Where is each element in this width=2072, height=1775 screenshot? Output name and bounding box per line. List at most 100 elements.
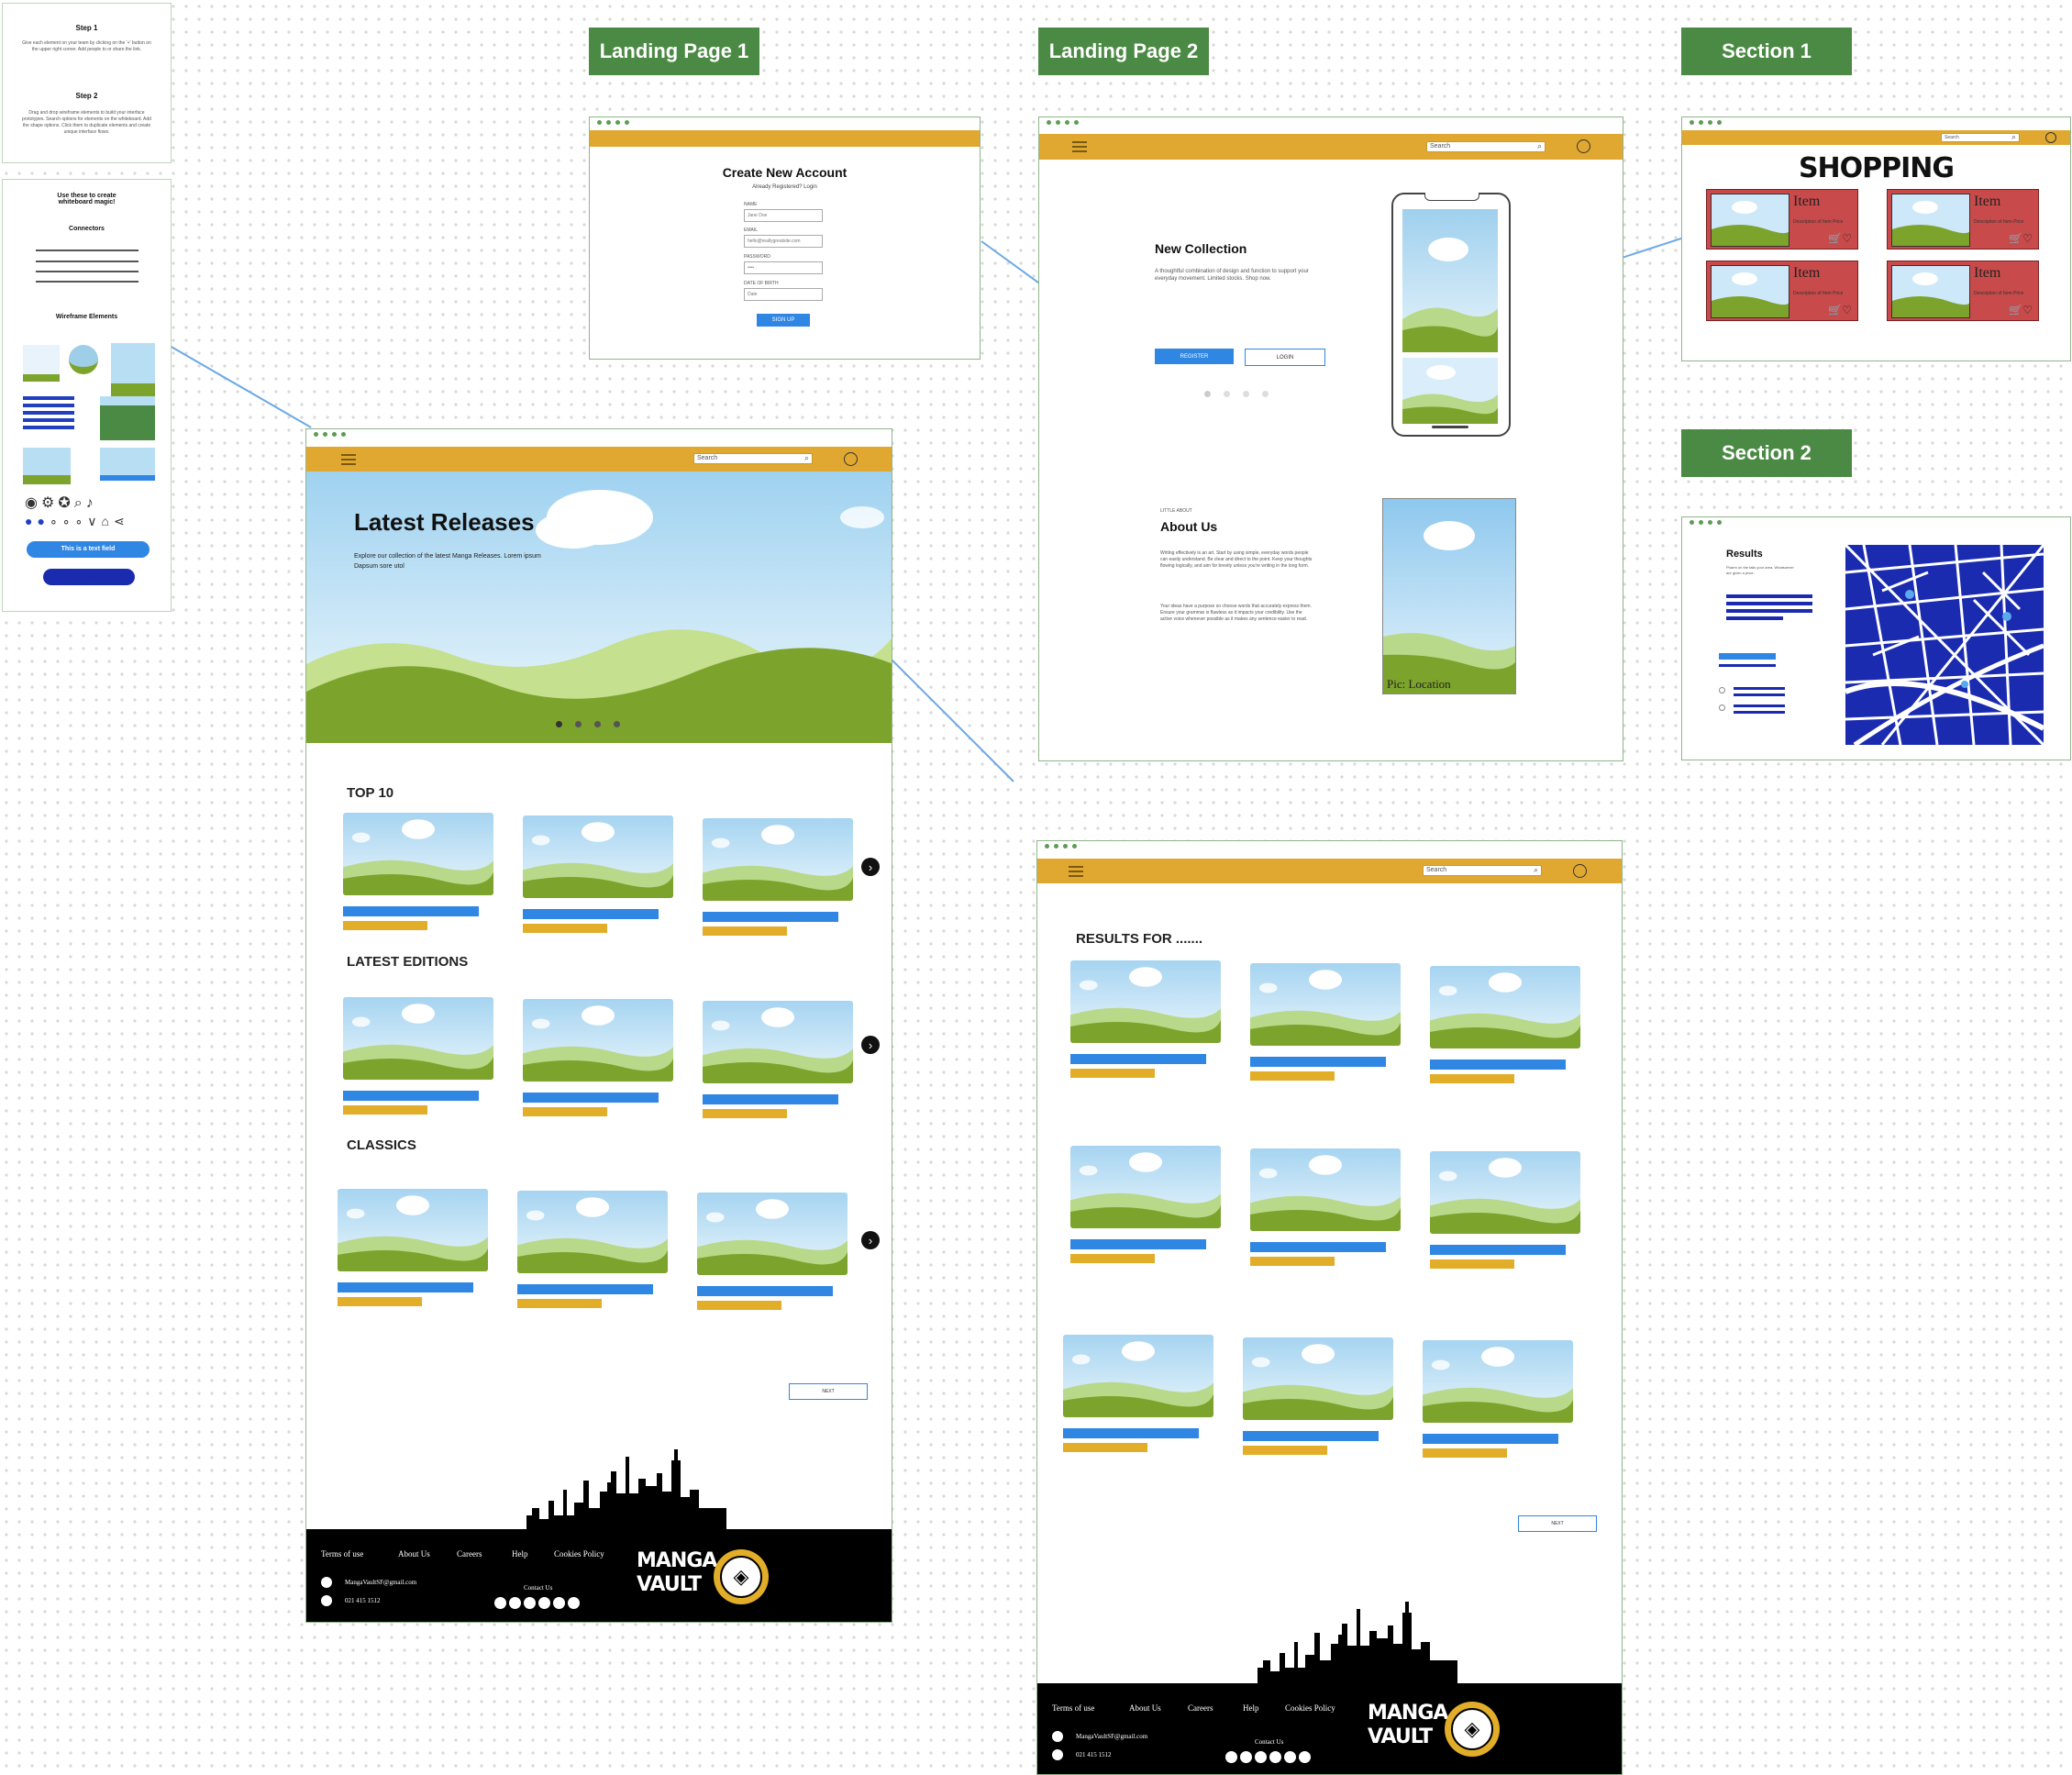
- social-icon[interactable]: [1269, 1751, 1281, 1763]
- footer-link-careers[interactable]: Careers: [1188, 1703, 1213, 1713]
- manga-card[interactable]: [523, 999, 673, 1116]
- badge-icon[interactable]: ✪: [58, 495, 73, 511]
- manga-card[interactable]: [1063, 1335, 1213, 1452]
- manga-card[interactable]: [1070, 1146, 1221, 1263]
- social-icon[interactable]: [1299, 1751, 1311, 1763]
- user-icon[interactable]: [2045, 132, 2056, 143]
- connector-sample[interactable]: [36, 261, 139, 262]
- footer-email[interactable]: MangaVaultSF@gmail.com: [1076, 1733, 1147, 1740]
- result-line[interactable]: [1734, 693, 1785, 696]
- result-line[interactable]: [1734, 711, 1785, 714]
- social-icon[interactable]: [509, 1597, 521, 1609]
- radio-icon[interactable]: [1719, 687, 1725, 693]
- user-icon[interactable]: [844, 452, 858, 466]
- shop-item-card[interactable]: Item Description of Item Price 🛒♡: [1887, 261, 2039, 321]
- element-thumb[interactable]: [23, 345, 60, 382]
- menu-icon[interactable]: [341, 454, 356, 468]
- social-icon[interactable]: [1240, 1751, 1252, 1763]
- toggle-icon[interactable]: ●: [25, 514, 37, 528]
- connector-sample[interactable]: [36, 281, 139, 283]
- cart-icon[interactable]: 🛒: [2009, 304, 2022, 316]
- manga-card[interactable]: [703, 818, 853, 936]
- radio-icon[interactable]: [1719, 704, 1725, 711]
- result-line[interactable]: [1726, 602, 1812, 605]
- social-icon[interactable]: [1284, 1751, 1296, 1763]
- next-button[interactable]: NEXT: [789, 1383, 868, 1400]
- carousel-next-arrow[interactable]: ›: [861, 858, 880, 876]
- footer-link-cookies[interactable]: Cookies Policy: [554, 1549, 604, 1559]
- social-icon[interactable]: [494, 1597, 506, 1609]
- user-icon[interactable]: [1577, 139, 1590, 153]
- password-field[interactable]: ••••: [744, 261, 823, 274]
- user-icon[interactable]: [1573, 864, 1587, 878]
- result-line[interactable]: [1734, 687, 1785, 690]
- dob-field[interactable]: Date: [744, 288, 823, 301]
- footer-link-terms[interactable]: Terms of use: [1052, 1703, 1094, 1713]
- search-input[interactable]: Search: [1426, 141, 1546, 152]
- shop-item-card[interactable]: Item Description of Item Price 🛒♡: [1706, 189, 1858, 250]
- manga-card[interactable]: [1250, 963, 1401, 1081]
- heart-icon[interactable]: ♡: [2022, 232, 2033, 245]
- cart-icon[interactable]: 🛒: [1828, 232, 1842, 245]
- map-image[interactable]: [1845, 545, 2044, 745]
- result-line[interactable]: [1726, 616, 1783, 620]
- result-line[interactable]: [1719, 664, 1776, 667]
- carousel-dots[interactable]: [1204, 391, 1269, 397]
- chevron-down-icon[interactable]: ∨: [87, 514, 101, 528]
- element-thumb[interactable]: [111, 343, 155, 396]
- menu-icon[interactable]: [1072, 141, 1087, 155]
- manga-card[interactable]: [523, 815, 673, 933]
- manga-card[interactable]: [1250, 1148, 1401, 1266]
- menu-icon[interactable]: [1069, 866, 1083, 880]
- next-button[interactable]: NEXT: [1518, 1515, 1597, 1532]
- manga-card[interactable]: [703, 1001, 853, 1118]
- footer-link-about[interactable]: About Us: [1129, 1703, 1161, 1713]
- connector-sample[interactable]: [36, 271, 139, 272]
- manga-card[interactable]: [1430, 1151, 1580, 1269]
- user-icon[interactable]: ◉: [25, 495, 41, 511]
- dots-icon[interactable]: ∘∘∘: [50, 514, 87, 528]
- social-icon[interactable]: [568, 1597, 580, 1609]
- heart-icon[interactable]: ♡: [2022, 304, 2033, 316]
- text-field-sample[interactable]: This is a text field: [27, 541, 150, 558]
- heart-icon[interactable]: ♡: [1842, 232, 1852, 245]
- manga-card[interactable]: [697, 1193, 848, 1310]
- pill-button-sample[interactable]: This is a button: [43, 569, 135, 585]
- heart-icon[interactable]: ♡: [1842, 304, 1852, 316]
- signup-subtitle[interactable]: Already Registered? Login: [590, 184, 980, 190]
- element-thumb[interactable]: [23, 396, 74, 431]
- manga-card[interactable]: [517, 1191, 668, 1308]
- manga-card[interactable]: [338, 1189, 488, 1306]
- manga-card[interactable]: [343, 997, 493, 1115]
- radio-icon[interactable]: ●: [37, 514, 49, 528]
- shop-item-card[interactable]: Item Description of Item Price 🛒♡: [1887, 189, 2039, 250]
- element-thumb[interactable]: [69, 345, 98, 374]
- social-icon[interactable]: [553, 1597, 565, 1609]
- footer-link-cookies[interactable]: Cookies Policy: [1285, 1703, 1335, 1713]
- manga-card[interactable]: [1430, 966, 1580, 1083]
- search-input[interactable]: Search: [693, 453, 813, 464]
- element-thumb[interactable]: [100, 448, 155, 481]
- element-thumb[interactable]: [23, 448, 71, 484]
- footer-link-help[interactable]: Help: [1243, 1703, 1259, 1713]
- manga-card[interactable]: [1423, 1340, 1573, 1458]
- social-icon[interactable]: [1225, 1751, 1237, 1763]
- manga-card[interactable]: [1070, 960, 1221, 1078]
- gear-icon[interactable]: ⚙: [41, 495, 58, 511]
- footer-email[interactable]: MangaVaultSF@gmail.com: [345, 1579, 416, 1586]
- name-field[interactable]: Jane Doe: [744, 209, 823, 222]
- carousel-next-arrow[interactable]: ›: [861, 1036, 880, 1054]
- search-icon[interactable]: ⌕: [74, 495, 86, 511]
- shop-item-card[interactable]: Item Description of Item Price 🛒♡: [1706, 261, 1858, 321]
- carousel-next-arrow[interactable]: ›: [861, 1231, 880, 1249]
- search-input[interactable]: Search: [1941, 133, 2020, 142]
- search-input[interactable]: Search: [1423, 865, 1542, 876]
- social-icon[interactable]: [524, 1597, 536, 1609]
- signup-button[interactable]: SIGN UP: [757, 314, 810, 327]
- footer-link-terms[interactable]: Terms of use: [321, 1549, 363, 1559]
- result-line[interactable]: [1734, 704, 1785, 707]
- result-button[interactable]: [1719, 653, 1776, 660]
- manga-card[interactable]: [343, 813, 493, 930]
- email-field[interactable]: hello@reallygreatsite.com: [744, 235, 823, 248]
- element-thumb[interactable]: [100, 396, 155, 440]
